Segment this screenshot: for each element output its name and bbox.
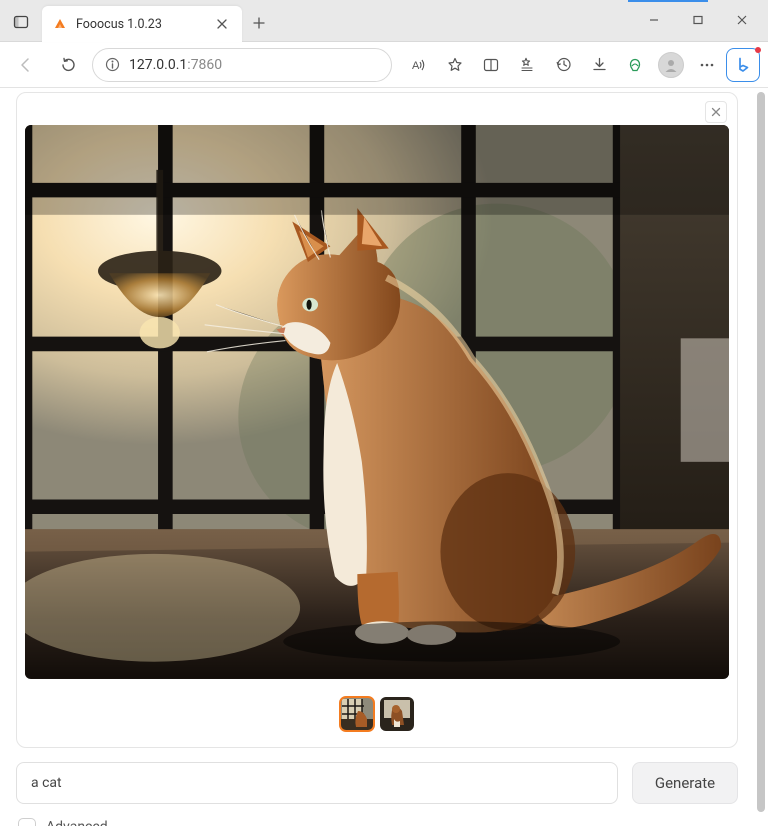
address-url: 127.0.0.1:7860	[129, 57, 222, 73]
tab-actions-button[interactable]	[0, 4, 42, 40]
window-maximize-button[interactable]	[678, 6, 718, 34]
browser-tab[interactable]: Fooocus 1.0.23	[42, 6, 242, 42]
advanced-label: Advanced	[46, 819, 108, 826]
card-close-button[interactable]	[705, 101, 727, 123]
bing-chat-button[interactable]	[726, 48, 760, 82]
browser-tab-title: Fooocus 1.0.23	[76, 17, 204, 32]
more-button[interactable]	[690, 48, 724, 82]
scrollbar-thumb[interactable]	[757, 92, 765, 812]
window-close-button[interactable]	[722, 6, 762, 34]
generated-image[interactable]	[25, 125, 729, 679]
browser-toolbar: 127.0.0.1:7860 A	[0, 42, 768, 88]
address-bar[interactable]: 127.0.0.1:7860	[92, 48, 392, 82]
window-titlebar: Fooocus 1.0.23	[0, 0, 768, 42]
tab-close-button[interactable]	[212, 14, 232, 34]
profile-button[interactable]	[654, 48, 688, 82]
read-aloud-button[interactable]: A	[402, 48, 436, 82]
history-button[interactable]	[546, 48, 580, 82]
fooocus-favicon-icon	[52, 16, 68, 32]
avatar-icon	[658, 52, 684, 78]
prompt-text: a cat	[31, 775, 62, 791]
favorites-list-button[interactable]	[510, 48, 544, 82]
downloads-button[interactable]	[582, 48, 616, 82]
site-info-icon[interactable]	[103, 56, 121, 74]
accent-line	[628, 0, 708, 2]
output-card	[16, 92, 738, 748]
new-tab-button[interactable]	[242, 6, 276, 40]
advanced-row: Advanced	[16, 818, 738, 826]
page-scrollbar[interactable]	[754, 88, 768, 826]
svg-text:A: A	[412, 60, 420, 72]
prompt-input[interactable]: a cat	[16, 762, 618, 804]
generate-label: Generate	[655, 774, 715, 792]
thumbnail-row	[25, 679, 729, 745]
favorite-button[interactable]	[438, 48, 472, 82]
page-content: a cat Generate Advanced	[0, 88, 768, 826]
extensions-button[interactable]	[618, 48, 652, 82]
advanced-checkbox[interactable]	[18, 818, 36, 826]
nav-back-button[interactable]	[8, 48, 44, 82]
window-minimize-button[interactable]	[634, 6, 674, 34]
nav-refresh-button[interactable]	[50, 48, 86, 82]
split-screen-button[interactable]	[474, 48, 508, 82]
thumbnail-1[interactable]	[340, 697, 374, 731]
window-controls	[634, 6, 762, 34]
thumbnail-2[interactable]	[380, 697, 414, 731]
generate-button[interactable]: Generate	[632, 762, 738, 804]
